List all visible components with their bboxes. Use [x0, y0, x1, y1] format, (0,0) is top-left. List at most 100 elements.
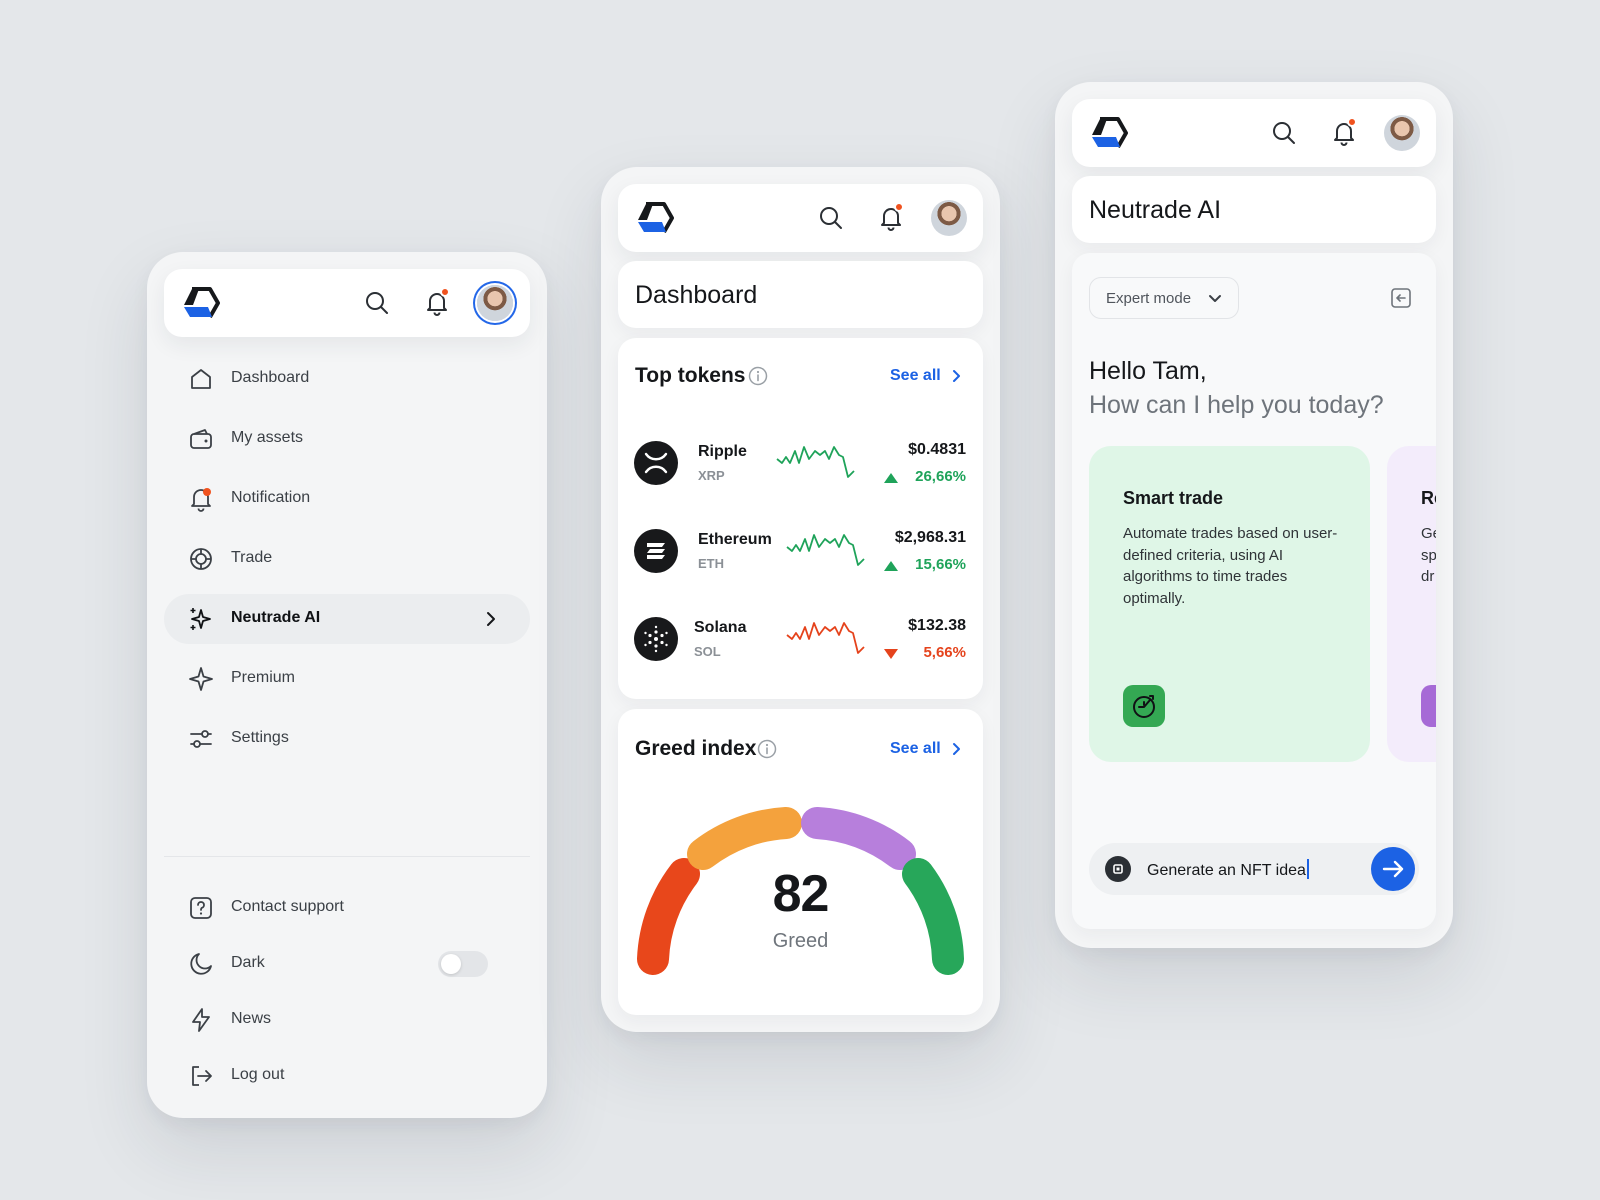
feature-desc: Automate trades based on user-defined cr…	[1123, 525, 1338, 607]
info-icon[interactable]	[757, 739, 777, 759]
token-price: $2,968.31	[894, 529, 966, 546]
gauge-segment-greed	[801, 807, 916, 870]
sidebar-item-notification[interactable]: Notification	[164, 474, 530, 524]
sidebar-item-label: Dashboard	[231, 369, 310, 386]
sidebar-item-label: Notification	[231, 489, 311, 506]
greed-value: 82	[772, 865, 830, 923]
home-icon	[191, 369, 211, 389]
lightning-icon	[192, 1008, 210, 1032]
page-title-card: Dashboard	[618, 261, 983, 328]
avatar[interactable]	[1384, 115, 1420, 151]
search-icon[interactable]	[818, 205, 844, 231]
hexagon-logo-icon[interactable]	[182, 285, 220, 321]
sidebar-item-trade[interactable]: Trade	[164, 534, 530, 584]
greed-index-card: Greed index See all 82 Greed	[618, 709, 983, 1015]
greeting-question: How can I help you today?	[1089, 391, 1384, 419]
search-icon[interactable]	[364, 290, 390, 316]
page-title-card: Neutrade AI	[1072, 176, 1436, 243]
mode-dropdown-label: Expert mode	[1106, 290, 1192, 307]
sidebar-item-label: Log out	[231, 1066, 285, 1083]
token-row[interactable]: Ethereum ETH $2,968.31 15,66%	[618, 517, 983, 587]
sidebar-item-neutrade-ai[interactable]: Neutrade AI	[164, 594, 530, 644]
sidebar-item-label: Premium	[231, 669, 296, 686]
token-symbol: XRP	[698, 468, 725, 483]
avatar[interactable]	[477, 285, 513, 321]
sidebar-item-label: Neutrade AI	[231, 609, 321, 626]
chevron-right-icon[interactable]	[949, 742, 963, 756]
logout-item[interactable]: Log out	[164, 1051, 530, 1101]
moon-icon	[190, 953, 212, 975]
news-item[interactable]: News	[164, 995, 530, 1045]
sidebar-item-label: Contact support	[231, 898, 344, 915]
prompt-text: Generate an NFT idea	[1147, 862, 1306, 879]
search-icon[interactable]	[1271, 120, 1297, 146]
sidebar-item-dashboard[interactable]: Dashboard	[164, 354, 530, 404]
feature-title: Smart trade	[1123, 488, 1224, 508]
token-change: 15,66%	[915, 556, 966, 573]
token-price: $0.4831	[908, 441, 966, 458]
feature-card-partial[interactable]: Re Ge sp dr	[1387, 446, 1436, 762]
sidebar-item-label: Dark	[231, 954, 265, 971]
feature-desc: Ge sp dr	[1421, 525, 1436, 585]
xrp-logo-icon	[634, 441, 678, 485]
token-row[interactable]: Ripple XRP $0.4831 26,66%	[618, 429, 983, 499]
chevron-right-icon[interactable]	[949, 369, 963, 383]
page-title: Dashboard	[635, 281, 758, 309]
see-all-link[interactable]: See all	[890, 367, 941, 385]
star-sparkle-icon	[189, 667, 213, 691]
avatar[interactable]	[931, 200, 967, 236]
greed-index-title: Greed index	[635, 737, 757, 760]
feature-title: Re	[1421, 488, 1436, 508]
hexagon-logo-icon[interactable]	[1090, 115, 1128, 151]
dark-mode-item: Dark	[164, 939, 530, 989]
notification-dot	[894, 202, 904, 212]
sparkles-icon	[190, 608, 211, 630]
contact-support-item[interactable]: Contact support	[164, 883, 530, 933]
notification-dot	[1347, 117, 1357, 127]
smart-trade-card[interactable]: Smart trade Automate trades based on use…	[1089, 446, 1370, 762]
info-icon[interactable]	[748, 366, 768, 386]
token-symbol: SOL	[694, 644, 721, 659]
sparkline	[776, 446, 855, 478]
collapse-icon[interactable]	[1390, 287, 1412, 309]
arrow-right-icon	[1382, 860, 1404, 878]
greeting-text: Hello Tam,	[1089, 357, 1207, 385]
token-name: Solana	[694, 619, 747, 636]
ai-chat-panel: Expert mode Hello Tam, How can I help yo…	[1072, 253, 1436, 929]
top-tokens-title: Top tokens	[635, 364, 746, 387]
token-change: 26,66%	[915, 468, 966, 485]
sidebar-item-label: Trade	[231, 549, 273, 566]
menu-divider	[164, 856, 530, 857]
sidebar-item-label: Settings	[231, 729, 289, 746]
send-button[interactable]	[1371, 847, 1415, 891]
help-icon	[190, 897, 212, 919]
token-name: Ethereum	[698, 531, 772, 548]
smart-trade-icon	[1123, 685, 1165, 727]
sliders-icon	[190, 730, 212, 748]
sidebar-item-settings[interactable]: Settings	[164, 714, 530, 764]
top-bar	[618, 184, 983, 252]
sol-logo-icon	[634, 617, 678, 661]
text-caret	[1306, 859, 1309, 879]
token-name: Ripple	[698, 443, 747, 460]
hexagon-logo-icon[interactable]	[636, 200, 674, 236]
wallet-icon	[190, 429, 212, 449]
token-row[interactable]: Solana SOL $132.38 5,66%	[618, 605, 983, 675]
token-price: $132.38	[908, 617, 966, 634]
see-all-link[interactable]: See all	[890, 740, 941, 758]
trade-icon	[190, 548, 212, 570]
arrow-down-icon	[884, 649, 898, 659]
prompt-input[interactable]: Generate an NFT idea	[1089, 843, 1419, 895]
dark-mode-toggle[interactable]	[438, 951, 488, 977]
sidebar-item-premium[interactable]: Premium	[164, 654, 530, 704]
top-tokens-card: Top tokens See all Ripple XRP $0.4831 26…	[618, 338, 983, 699]
page-title: Neutrade AI	[1089, 196, 1222, 224]
gauge-segment-neutral	[687, 807, 802, 870]
token-change: 5,66%	[923, 644, 966, 661]
eth-logo-icon	[634, 529, 678, 573]
chevron-down-icon	[1209, 295, 1221, 302]
sparkline	[786, 622, 865, 654]
mode-dropdown[interactable]: Expert mode	[1089, 277, 1239, 319]
sparkline	[786, 534, 865, 566]
sidebar-item-my-assets[interactable]: My assets	[164, 414, 530, 464]
